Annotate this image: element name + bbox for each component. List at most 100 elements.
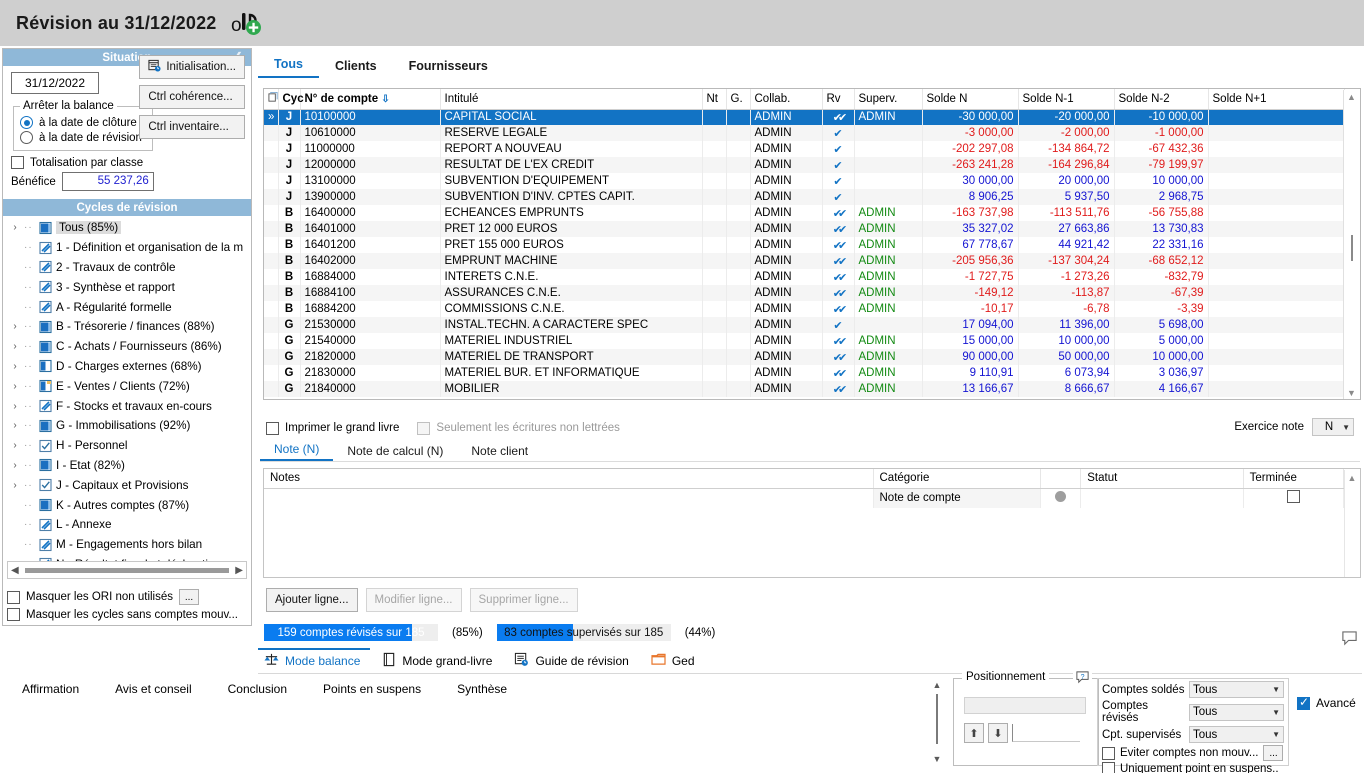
scroll-left-arrow-icon[interactable]: ◀	[11, 565, 19, 576]
cycle-item-6[interactable]: › ·· C - Achats / Fournisseurs (86%)	[3, 337, 251, 357]
cycle-item-9[interactable]: › ·· F - Stocks et travaux en-cours	[3, 396, 251, 416]
notes-col-categorie[interactable]: Catégorie	[873, 469, 1041, 489]
cycle-status-icon[interactable]	[39, 320, 53, 334]
table-row[interactable]: J 10610000 RESERVE LEGALE ADMIN ✔ -3 000,00 -2…	[264, 125, 1345, 141]
mode-item-3[interactable]: Ged	[645, 648, 705, 674]
col-superv[interactable]: Superv.	[854, 89, 923, 110]
cycle-status-icon[interactable]	[39, 419, 53, 433]
exercice-note-select[interactable]: N ▼	[1312, 418, 1354, 436]
bottom-tab-3[interactable]: Points en suspens	[305, 682, 439, 696]
scroll-right-arrow-icon[interactable]: ▶	[235, 565, 243, 576]
sort-az-icon[interactable]: ⇩	[381, 94, 389, 105]
table-row[interactable]: J 13100000 SUBVENTION D'EQUIPEMENT ADMIN ✔ 30…	[264, 173, 1345, 189]
imprimer-grand-livre-checkbox[interactable]	[266, 421, 279, 435]
cycle-item-15[interactable]: ·· L - Annexe	[3, 515, 251, 535]
table-row[interactable]: G 21830000 MATERIEL BUR. ET INFORMATIQUE AD…	[264, 365, 1345, 381]
scroll-up-arrow-icon[interactable]: ▲	[1344, 92, 1359, 102]
notes-cell-terminee[interactable]	[1243, 488, 1345, 508]
line-button-0[interactable]: Ajouter ligne...	[266, 588, 358, 612]
col-rowselect[interactable]	[264, 89, 279, 110]
cycle-item-3[interactable]: ·· 3 - Synthèse et rapport	[3, 277, 251, 297]
expand-arrow-icon[interactable]: ›	[9, 460, 21, 471]
bottom-tab-4[interactable]: Synthèse	[439, 682, 525, 696]
positioning-vertical-scrollbar[interactable]: ▲ ▼	[928, 678, 946, 766]
table-row[interactable]: G 21540000 MATERIEL INDUSTRIEL ADMIN ✔✔ ADMIN…	[264, 333, 1345, 349]
bottom-tab-2[interactable]: Conclusion	[210, 682, 305, 696]
table-row[interactable]: B 16400000 ECHEANCES EMPRUNTS ADMIN ✔✔ ADMIN -…	[264, 205, 1345, 221]
expand-arrow-icon[interactable]: ›	[9, 321, 21, 332]
bottom-tab-0[interactable]: Affirmation	[4, 682, 97, 696]
col-nt[interactable]: Nt	[702, 89, 727, 110]
cycle-item-12[interactable]: › ·· I - Etat (82%)	[3, 456, 251, 476]
filter-select-2[interactable]: Tous ▼	[1189, 726, 1284, 743]
cycle-item-2[interactable]: ·· 2 - Travaux de contrôle	[3, 258, 251, 278]
cycle-status-icon[interactable]	[39, 359, 53, 373]
bsb-down-arrow-icon[interactable]: ▼	[928, 754, 946, 764]
cycle-item-1[interactable]: ·· 1 - Définition et organisation de la m	[3, 238, 251, 258]
initialisation-button[interactable]: Initialisation...	[139, 55, 245, 79]
mode-item-2[interactable]: Guide de révision	[508, 648, 638, 674]
masquer-cycles-checkbox[interactable]	[7, 608, 20, 621]
notes-col-terminee[interactable]: Terminée	[1243, 469, 1345, 489]
arrow-down-icon[interactable]: ⬇	[988, 723, 1008, 743]
cycle-item-5[interactable]: › ·· B - Trésorerie / finances (88%)	[3, 317, 251, 337]
cycle-item-16[interactable]: ·· M - Engagements hors bilan	[3, 535, 251, 555]
masquer-ori-checkbox[interactable]	[7, 590, 20, 604]
grid-vertical-scrollbar[interactable]: ▲ ▼	[1343, 90, 1359, 399]
eviter-comptes-checkbox[interactable]	[1102, 746, 1115, 760]
expand-arrow-icon[interactable]: ›	[9, 440, 21, 451]
filter-select-1[interactable]: Tous ▼	[1189, 703, 1284, 721]
table-row[interactable]: B 16401000 PRET 12 000 EUROS ADMIN ✔✔ ADMIN 35…	[264, 221, 1345, 237]
bsb-thumb[interactable]	[936, 694, 938, 744]
bottom-tab-1[interactable]: Avis et conseil	[97, 682, 209, 696]
notes-col-notes[interactable]: Notes	[264, 469, 874, 489]
notes-col-indicator[interactable]	[1040, 469, 1082, 489]
notes-table-row[interactable]: Note de compte	[264, 488, 1345, 508]
positionnement-input[interactable]	[964, 697, 1086, 714]
cycle-item-4[interactable]: ·· A - Régularité formelle	[3, 297, 251, 317]
tab-fournisseurs[interactable]: Fournisseurs	[393, 59, 504, 78]
cycle-status-icon[interactable]	[39, 538, 53, 552]
radio-date-cloture[interactable]: à la date de clôture	[20, 116, 146, 129]
table-row[interactable]: B 16402000 EMPRUNT MACHINE ADMIN ✔✔ ADMIN -205…	[264, 253, 1345, 269]
cycles-horizontal-scrollbar[interactable]: ◀ ▶	[7, 561, 247, 579]
expand-arrow-icon[interactable]: ›	[9, 222, 21, 233]
col-rv[interactable]: Rv	[822, 89, 855, 110]
cycle-status-icon[interactable]	[39, 280, 53, 294]
radio-date-revision[interactable]: à la date de révision	[20, 131, 146, 144]
expand-arrow-icon[interactable]: ›	[9, 480, 21, 491]
eviter-comptes-row[interactable]: Eviter comptes non mouv... ...	[1102, 745, 1284, 761]
grid-scroll-thumb[interactable]	[1351, 235, 1353, 261]
table-row[interactable]: B 16401200 PRET 155 000 EUROS ADMIN ✔✔ ADMIN 6…	[264, 237, 1345, 253]
masquer-ori-row[interactable]: Masquer les ORI non utilisés ...	[7, 589, 247, 605]
chat-bubble-icon[interactable]	[1341, 630, 1358, 650]
expand-arrow-icon[interactable]: ›	[9, 401, 21, 412]
cycle-status-icon[interactable]	[39, 379, 53, 393]
col-intitule[interactable]: Intitulé	[440, 89, 703, 110]
cycle-status-icon[interactable]	[39, 498, 53, 512]
col-solde-np1[interactable]: Solde N+1	[1208, 89, 1345, 110]
cycle-status-icon[interactable]	[39, 221, 53, 235]
avance-checkbox[interactable]	[1297, 695, 1310, 710]
imprimer-grand-livre-row[interactable]: Imprimer le grand livre	[266, 421, 399, 435]
closing-date-input[interactable]: 31/12/2022	[11, 72, 99, 94]
note-tab-0[interactable]: Note (N)	[260, 442, 334, 461]
benefice-value[interactable]: 55 237,26	[61, 172, 154, 191]
col-solde-n[interactable]: Solde N	[922, 89, 1019, 110]
expand-arrow-icon[interactable]: ›	[9, 381, 21, 392]
notes-col-statut[interactable]: Statut	[1080, 469, 1244, 489]
cycle-item-13[interactable]: › ·· J - Capitaux et Provisions	[3, 475, 251, 495]
cycle-status-icon[interactable]	[39, 241, 53, 255]
bsb-up-arrow-icon[interactable]: ▲	[928, 680, 946, 690]
avance-row[interactable]: Avancé	[1297, 695, 1356, 710]
col-g[interactable]: G.	[726, 89, 751, 110]
terminee-checkbox[interactable]	[1286, 490, 1300, 504]
table-row[interactable]: J 13900000 SUBVENTION D'INV. CPTES CAPIT. A…	[264, 189, 1345, 205]
table-row[interactable]: B 16884100 ASSURANCES C.N.E. ADMIN ✔✔ ADMIN -1…	[264, 285, 1345, 301]
masquer-cycles-row[interactable]: Masquer les cycles sans comptes mouv...	[7, 608, 247, 621]
ctrl-inventaire-button[interactable]: Ctrl inventaire...	[139, 115, 245, 139]
col-numero-compte[interactable]: N° de compte ⇩	[300, 89, 441, 110]
expand-arrow-icon[interactable]: ›	[9, 361, 21, 372]
expand-arrow-icon[interactable]: ›	[9, 420, 21, 431]
table-row[interactable]: » J 10100000 CAPITAL SOCIAL ADMIN ✔✔ ADMIN -30 …	[264, 109, 1345, 125]
